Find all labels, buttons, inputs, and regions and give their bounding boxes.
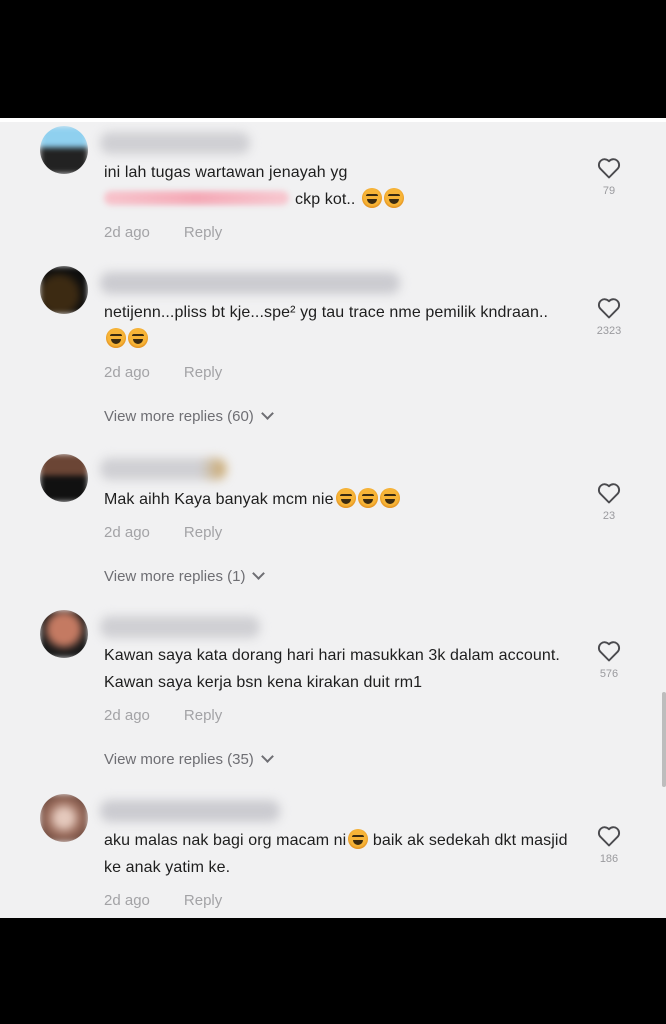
timestamp: 2d ago <box>104 892 150 909</box>
comment-text: aku malas nak bagi org macam ni baik ak … <box>104 827 574 881</box>
face-emoji-icon <box>348 829 369 849</box>
username[interactable] <box>100 458 226 480</box>
like-count: 2323 <box>596 325 622 337</box>
like-button[interactable]: 576 <box>587 640 631 680</box>
view-more-replies[interactable]: View more replies (35) <box>104 750 274 768</box>
reply-button[interactable]: Reply <box>184 364 222 381</box>
face-emoji-icon <box>384 188 405 208</box>
face-emoji-icon <box>335 488 356 508</box>
avatar[interactable] <box>40 610 88 658</box>
username[interactable] <box>100 132 250 154</box>
timestamp: 2d ago <box>104 224 150 241</box>
timestamp: 2d ago <box>104 364 150 381</box>
view-more-replies[interactable]: View more replies (60) <box>104 407 274 425</box>
like-count: 576 <box>599 668 619 680</box>
face-emoji-icon <box>106 328 126 348</box>
username[interactable] <box>100 272 400 294</box>
like-count: 79 <box>602 185 616 197</box>
reply-button[interactable]: Reply <box>184 224 222 241</box>
comment-text: Mak aihh Kaya banyak mcm nie <box>104 486 574 513</box>
like-count: 23 <box>602 510 616 522</box>
heart-outline-icon <box>597 298 621 319</box>
face-emoji-icon <box>362 188 383 208</box>
avatar[interactable] <box>40 454 88 502</box>
heart-outline-icon <box>597 483 621 504</box>
heart-outline-icon <box>597 641 621 662</box>
like-button[interactable]: 23 <box>587 482 631 522</box>
reply-button[interactable]: Reply <box>184 892 222 909</box>
like-button[interactable]: 79 <box>587 157 631 197</box>
reply-button[interactable]: Reply <box>184 707 222 724</box>
blurred-text <box>104 191 289 205</box>
comment-text: Kawan saya kata dorang hari hari masukka… <box>104 647 560 691</box>
face-emoji-icon <box>357 488 378 508</box>
avatar[interactable] <box>40 794 88 842</box>
avatar[interactable] <box>40 126 88 174</box>
chevron-down-icon <box>260 750 274 763</box>
chevron-down-icon <box>252 567 266 580</box>
comment-meta: 2d ago Reply <box>104 707 222 724</box>
view-more-replies[interactable]: View more replies (1) <box>104 567 266 585</box>
comment-text: ini lah tugas wartawan jenayah yg ckp ko… <box>104 159 574 213</box>
username[interactable] <box>100 616 260 638</box>
comment-meta: 2d ago Reply <box>104 524 222 541</box>
comments-panel[interactable]: ini lah tugas wartawan jenayah yg ckp ko… <box>0 118 666 918</box>
heart-outline-icon <box>597 826 621 847</box>
heart-outline-icon <box>597 158 621 179</box>
like-count: 186 <box>599 853 619 865</box>
face-emoji-icon <box>128 328 148 348</box>
face-emoji-icon <box>379 488 400 508</box>
comment-meta: 2d ago Reply <box>104 364 222 381</box>
avatar[interactable] <box>40 266 88 314</box>
like-button[interactable]: 186 <box>587 825 631 865</box>
reply-button[interactable]: Reply <box>184 524 222 541</box>
comment-meta: 2d ago Reply <box>104 892 222 909</box>
timestamp: 2d ago <box>104 707 150 724</box>
username[interactable] <box>100 800 280 822</box>
timestamp: 2d ago <box>104 524 150 541</box>
like-button[interactable]: 2323 <box>587 297 631 337</box>
scrollbar[interactable] <box>662 692 666 787</box>
chevron-down-icon <box>260 407 274 420</box>
comment-text: netijenn...pliss bt kje...spe² yg tau tr… <box>104 299 574 353</box>
comment-meta: 2d ago Reply <box>104 224 222 241</box>
